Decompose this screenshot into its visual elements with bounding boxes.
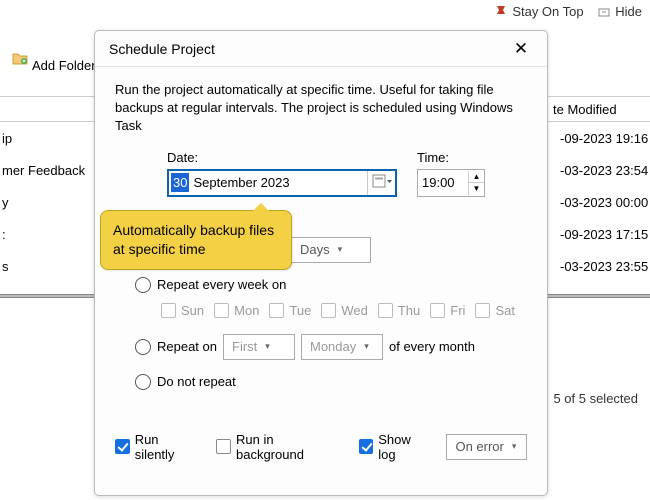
cell-modified: -03-2023 00:00 xyxy=(552,195,650,210)
ordinal-value: First xyxy=(232,339,257,354)
run-background-label: Run in background xyxy=(236,432,343,462)
date-input[interactable]: 30 September 2023 xyxy=(167,169,397,197)
stay-on-top-label: Stay On Top xyxy=(512,4,583,19)
day-label: Sun xyxy=(181,303,204,318)
day-label: Wed xyxy=(341,303,368,318)
dialog-title: Schedule Project xyxy=(109,41,509,57)
checkbox-icon xyxy=(430,303,445,318)
cell-modified: -09-2023 17:15 xyxy=(552,227,650,242)
weekday-select[interactable]: Monday▾ xyxy=(301,334,383,360)
ordinal-select[interactable]: First▾ xyxy=(223,334,295,360)
radio-repeat-on[interactable] xyxy=(135,339,151,355)
show-log-checkbox[interactable]: Show log xyxy=(359,432,431,462)
day-label: Tue xyxy=(289,303,311,318)
day-mon[interactable]: Mon xyxy=(214,303,259,318)
day-label: Fri xyxy=(450,303,465,318)
checkbox-icon xyxy=(214,303,229,318)
day-fri[interactable]: Fri xyxy=(430,303,465,318)
repeat-on-label: Repeat on xyxy=(157,339,217,354)
pin-icon xyxy=(495,6,507,18)
folder-add-icon xyxy=(12,50,28,66)
do-not-repeat-label: Do not repeat xyxy=(157,374,236,389)
time-input[interactable]: 19:00 ▲▼ xyxy=(417,169,485,197)
of-every-month-label: of every month xyxy=(389,339,475,354)
day-sun[interactable]: Sun xyxy=(161,303,204,318)
day-label: Sat xyxy=(495,303,515,318)
day-wed[interactable]: Wed xyxy=(321,303,368,318)
weekday-value: Monday xyxy=(310,339,356,354)
stay-on-top-button[interactable]: Stay On Top xyxy=(495,4,584,19)
tooltip-callout: Automatically backup files at specific t… xyxy=(100,210,292,270)
checkbox-icon xyxy=(161,303,176,318)
dialog-description: Run the project automatically at specifi… xyxy=(115,81,527,136)
day-sat[interactable]: Sat xyxy=(475,303,515,318)
cell-modified: -03-2023 23:55 xyxy=(552,259,650,274)
checkbox-icon xyxy=(359,439,374,454)
cell-modified: -09-2023 19:16 xyxy=(552,131,650,146)
day-tue[interactable]: Tue xyxy=(269,303,311,318)
radio-do-not-repeat[interactable] xyxy=(135,374,151,390)
log-mode-select[interactable]: On error▾ xyxy=(446,434,527,460)
repeat-unit-select[interactable]: Days▾ xyxy=(291,237,371,263)
run-silently-checkbox[interactable]: Run silently xyxy=(115,432,200,462)
cell-modified: -03-2023 23:54 xyxy=(552,163,650,178)
day-thu[interactable]: Thu xyxy=(378,303,420,318)
show-log-label: Show log xyxy=(378,432,430,462)
repeat-week-row[interactable]: Repeat every week on xyxy=(135,277,527,293)
time-label: Time: xyxy=(417,150,485,165)
time-value: 19:00 xyxy=(418,175,468,190)
col-modified[interactable]: te Modified xyxy=(544,102,642,117)
hide-button[interactable]: Hide xyxy=(598,4,642,19)
repeat-week-label: Repeat every week on xyxy=(157,277,286,292)
checkbox-icon xyxy=(115,439,130,454)
checkbox-icon xyxy=(216,439,231,454)
date-label: Date: xyxy=(167,150,397,165)
date-rest: September 2023 xyxy=(189,175,367,190)
calendar-dropdown-icon[interactable] xyxy=(367,171,395,195)
run-background-checkbox[interactable]: Run in background xyxy=(216,432,342,462)
do-not-repeat-row[interactable]: Do not repeat xyxy=(135,374,527,390)
checkbox-icon xyxy=(321,303,336,318)
close-button[interactable]: ✕ xyxy=(509,39,533,59)
hide-icon xyxy=(598,6,610,18)
date-day: 30 xyxy=(171,173,189,192)
checkbox-icon xyxy=(475,303,490,318)
radio-repeat-week[interactable] xyxy=(135,277,151,293)
repeat-on-row[interactable]: Repeat on First▾ Monday▾ of every month xyxy=(135,334,527,360)
hide-label: Hide xyxy=(615,4,642,19)
log-mode-value: On error xyxy=(455,439,503,454)
checkbox-icon xyxy=(269,303,284,318)
time-spinner[interactable]: ▲▼ xyxy=(468,171,484,195)
checkbox-icon xyxy=(378,303,393,318)
repeat-unit-value: Days xyxy=(300,242,330,257)
status-selected: 5 of 5 selected xyxy=(553,391,638,406)
run-silently-label: Run silently xyxy=(135,432,201,462)
day-label: Thu xyxy=(398,303,420,318)
day-label: Mon xyxy=(234,303,259,318)
